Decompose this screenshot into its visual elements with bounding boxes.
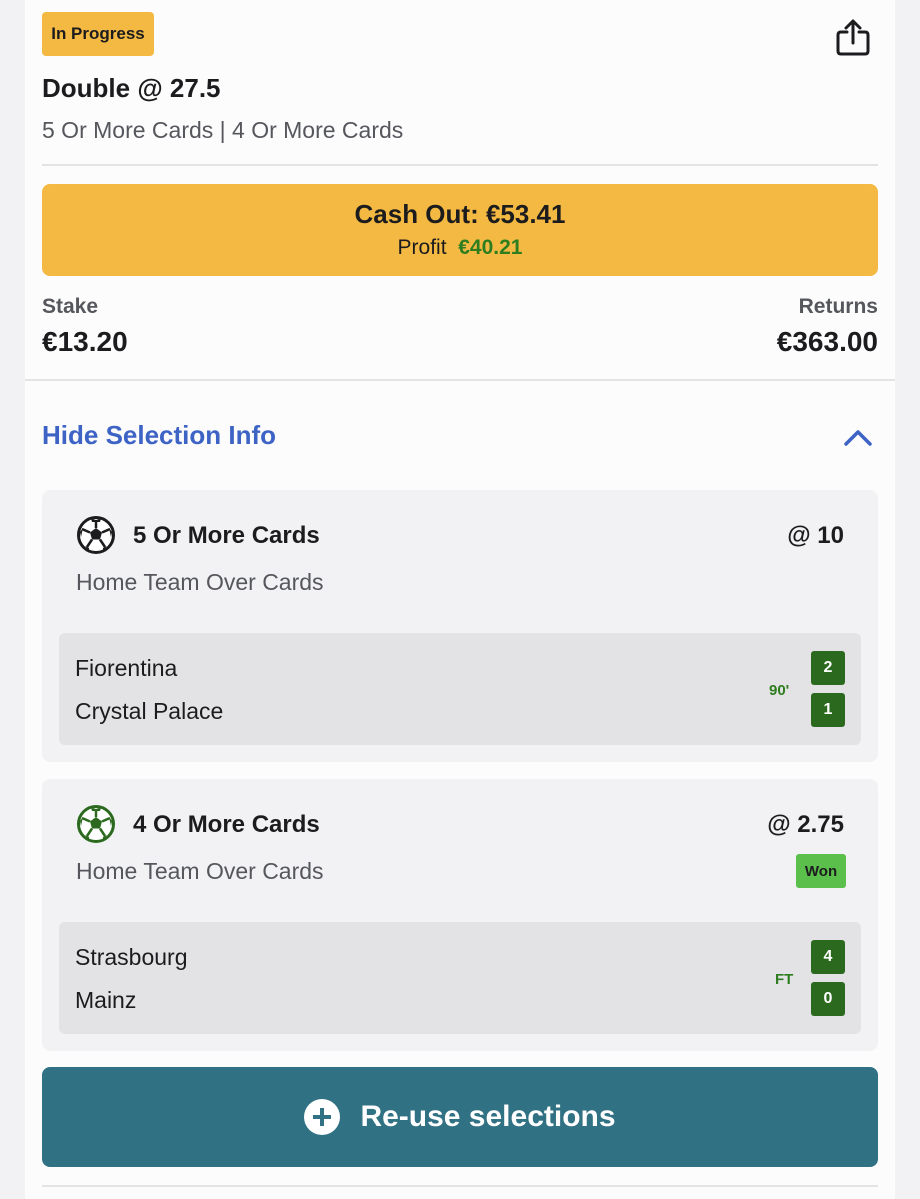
away-team: Crystal Palace bbox=[75, 698, 224, 724]
bet-subtitle: 5 Or More Cards | 4 Or More Cards bbox=[42, 117, 404, 143]
cash-out-label: Cash Out: €53.41 bbox=[354, 199, 566, 229]
match-scoreboard: Strasbourg Mainz FT 4 0 bbox=[59, 922, 861, 1034]
stake-value: €13.20 bbox=[42, 326, 128, 357]
selection-title: 5 Or More Cards bbox=[133, 522, 320, 549]
hide-selection-info-link[interactable]: Hide Selection Info bbox=[42, 420, 276, 451]
chevron-up-icon[interactable] bbox=[841, 424, 875, 450]
selection-title: 4 Or More Cards bbox=[133, 811, 320, 838]
plus-circle-icon bbox=[304, 1099, 341, 1135]
reuse-selections-button[interactable]: Re-use selections bbox=[42, 1067, 878, 1167]
bet-card: In Progress Double @ 27.5 5 Or More Card… bbox=[25, 0, 895, 1199]
selection-card: 5 Or More Cards @ 10 Home Team Over Card… bbox=[42, 490, 878, 762]
profit-label: Profit bbox=[397, 236, 447, 259]
match-clock: 90' bbox=[769, 682, 790, 699]
home-team: Strasbourg bbox=[75, 944, 188, 970]
home-team: Fiorentina bbox=[75, 655, 178, 681]
selection-card: 4 Or More Cards @ 2.75 Home Team Over Ca… bbox=[42, 779, 878, 1051]
away-team: Mainz bbox=[75, 987, 137, 1013]
match-clock: FT bbox=[775, 971, 794, 988]
divider bbox=[25, 379, 895, 381]
cash-out-button[interactable]: Cash Out: €53.41 Profit €40.21 bbox=[42, 184, 878, 276]
bet-title: Double @ 27.5 bbox=[42, 73, 221, 103]
soccer-ball-icon bbox=[76, 515, 116, 555]
away-score: 0 bbox=[811, 982, 845, 1016]
selection-market: Home Team Over Cards bbox=[76, 858, 324, 884]
status-badge: In Progress bbox=[42, 12, 154, 56]
selection-odds: @ 10 bbox=[787, 522, 844, 549]
away-score: 1 bbox=[811, 693, 845, 727]
stake-label: Stake bbox=[42, 295, 99, 318]
won-badge: Won bbox=[796, 854, 846, 888]
reuse-selections-label: Re-use selections bbox=[360, 1100, 616, 1133]
returns-value: €363.00 bbox=[776, 326, 878, 357]
divider bbox=[42, 1185, 878, 1187]
match-scoreboard: Fiorentina Crystal Palace 90' 2 1 bbox=[59, 633, 861, 745]
selection-odds: @ 2.75 bbox=[767, 811, 844, 838]
profit-value: €40.21 bbox=[458, 236, 523, 259]
home-score: 4 bbox=[811, 940, 845, 974]
selection-market: Home Team Over Cards bbox=[76, 569, 324, 595]
divider bbox=[42, 164, 878, 166]
home-score: 2 bbox=[811, 651, 845, 685]
returns-label: Returns bbox=[798, 295, 878, 318]
share-icon[interactable] bbox=[833, 18, 873, 58]
profit-row: Profit €40.21 bbox=[42, 236, 878, 260]
soccer-ball-icon bbox=[76, 804, 116, 844]
